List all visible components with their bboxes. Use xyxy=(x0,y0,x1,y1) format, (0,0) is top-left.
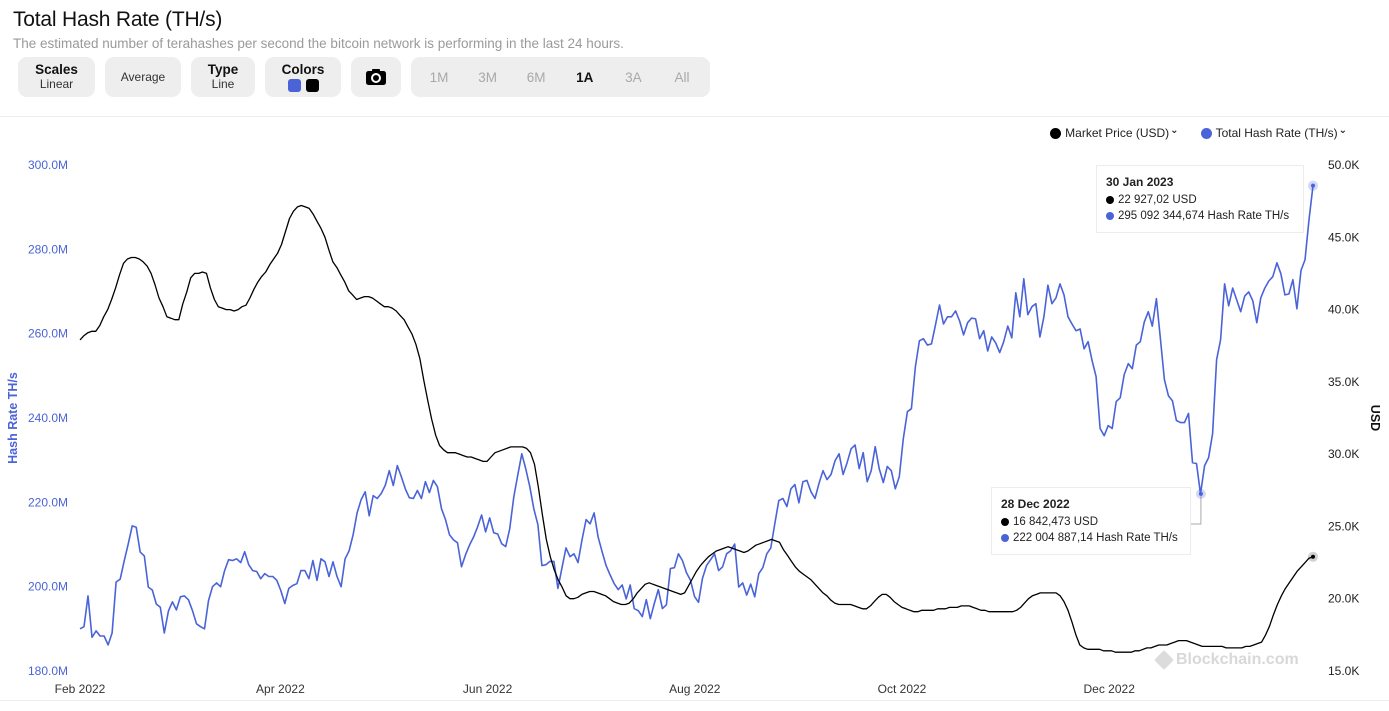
y-right-tick-label: 30.0K xyxy=(1328,447,1359,461)
tooltip-hash: 222 004 887,14 Hash Rate TH/s xyxy=(1013,532,1178,544)
tooltip-dot-price xyxy=(1001,518,1009,526)
y-right-tick-label: 20.0K xyxy=(1328,592,1359,606)
x-tick-label: Feb 2022 xyxy=(55,682,106,696)
tooltip-price: 22 927,02 USD xyxy=(1118,194,1197,206)
y-left-tick-label: 260.0M xyxy=(28,327,68,341)
y-left-axis-title: Hash Rate TH/s xyxy=(6,372,20,464)
y-right-axis-title: USD xyxy=(1368,405,1382,431)
y-right-tick-label: 35.0K xyxy=(1328,375,1359,389)
tooltip-date: 28 Dec 2022 xyxy=(1001,497,1070,511)
tooltip-price: 16 842,473 USD xyxy=(1013,516,1099,528)
footer-divider xyxy=(0,700,1389,701)
x-tick-label: Dec 2022 xyxy=(1084,682,1136,696)
x-tick-label: Apr 2022 xyxy=(256,682,305,696)
y-right-tick-label: 50.0K xyxy=(1328,158,1359,172)
y-left-tick-label: 240.0M xyxy=(28,411,68,425)
y-left-tick-label: 200.0M xyxy=(28,580,68,594)
hover-marker-hash-jan30 xyxy=(1311,183,1315,188)
hover-marker-price-jan30 xyxy=(1311,554,1315,559)
tooltip-jan-30: 30 Jan 2023 22 927,02 USD 295 092 344,67… xyxy=(1096,165,1304,233)
x-tick-label: Jun 2022 xyxy=(463,682,513,696)
tooltip-dot-price xyxy=(1106,196,1114,204)
y-left-tick-label: 180.0M xyxy=(28,664,68,678)
y-right-tick-label: 45.0K xyxy=(1328,230,1359,244)
tooltip-date: 30 Jan 2023 xyxy=(1106,175,1174,189)
y-right-tick-label: 40.0K xyxy=(1328,303,1359,317)
y-left-tick-label: 220.0M xyxy=(28,495,68,509)
y-right-tick-label: 15.0K xyxy=(1328,664,1359,678)
hash-rate-line xyxy=(79,185,1314,646)
blockchain-logo-icon xyxy=(1154,650,1174,670)
chart-plot-area[interactable]: 180.0M 200.0M 220.0M 240.0M 260.0M 280.0M 300.… xyxy=(0,0,1389,711)
x-tick-label: Oct 2022 xyxy=(878,682,927,696)
market-price-line xyxy=(79,204,1314,653)
y-left-tick-label: 300.0M xyxy=(28,158,68,172)
tooltip-dot-hash xyxy=(1001,534,1009,542)
tooltip-dec-28: 28 Dec 2022 16 842,473 USD 222 004 887,1… xyxy=(991,487,1191,555)
y-right-tick-label: 25.0K xyxy=(1328,519,1359,533)
x-tick-label: Aug 2022 xyxy=(669,682,721,696)
watermark-text: Blockchain.com xyxy=(1176,651,1299,668)
tooltip-hash: 295 092 344,674 Hash Rate TH/s xyxy=(1118,210,1290,222)
tooltip-dot-hash xyxy=(1106,212,1114,220)
hover-marker-hash-dec28 xyxy=(1198,491,1203,496)
y-left-tick-label: 280.0M xyxy=(28,242,68,256)
blockchain-watermark: Blockchain.com xyxy=(1154,650,1299,670)
